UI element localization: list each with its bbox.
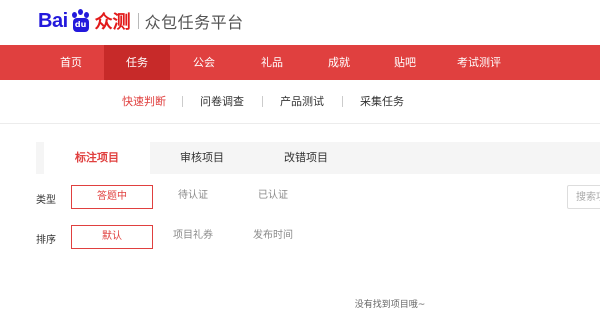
nav-item-achievements[interactable]: 成就 <box>306 45 372 80</box>
subnav-survey[interactable]: 问卷调查 <box>200 93 244 109</box>
subnav-product-test[interactable]: 产品测试 <box>280 93 324 109</box>
sub-nav: 快速判断 问卷调查 产品测试 采集任务 <box>0 80 600 124</box>
filter-certified[interactable]: 已认证 <box>233 185 313 209</box>
nav-item-gifts[interactable]: 礼品 <box>238 45 306 80</box>
logo-divider <box>137 13 139 29</box>
baidu-zhongce-logo[interactable]: Bai du 众测 众包任务平台 <box>38 7 244 35</box>
main-nav: 首页 任务 公会 礼品 成就 贴吧 考试测评 <box>0 45 600 80</box>
nav-item-guild[interactable]: 公会 <box>170 45 238 80</box>
tab-annotation[interactable]: 标注项目 <box>44 142 150 174</box>
nav-item-home[interactable]: 首页 <box>38 45 104 80</box>
sort-filter-label: 排序 <box>36 235 56 246</box>
sort-gift-coupon[interactable]: 项目礼券 <box>153 225 233 249</box>
subnav-divider <box>262 96 263 107</box>
logo-du-text: du <box>72 18 89 32</box>
sort-default[interactable]: 默认 <box>71 225 153 249</box>
subnav-divider <box>342 96 343 107</box>
logo-brand-text: 众测 <box>94 12 131 33</box>
baidu-paw-icon: du <box>69 9 93 33</box>
search-input[interactable] <box>567 185 600 209</box>
empty-state-message: 没有找到项目哦~ <box>354 300 426 310</box>
type-filter-label: 类型 <box>36 195 56 206</box>
subnav-collection[interactable]: 采集任务 <box>360 93 404 109</box>
nav-item-exams[interactable]: 考试测评 <box>438 45 520 80</box>
tab-review[interactable]: 审核项目 <box>150 142 254 174</box>
site-header: Bai du 众测 众包任务平台 <box>0 0 600 45</box>
nav-item-tieba[interactable]: 贴吧 <box>372 45 438 80</box>
tab-correction[interactable]: 改错项目 <box>254 142 358 174</box>
site-subtitle: 众包任务平台 <box>144 13 244 32</box>
logo-bai-text: Bai <box>38 9 68 32</box>
subnav-quick-judge[interactable]: 快速判断 <box>122 93 166 109</box>
filter-answering[interactable]: 答题中 <box>71 185 153 209</box>
filter-pending-cert[interactable]: 待认证 <box>153 185 233 209</box>
subnav-divider <box>182 96 183 107</box>
sort-publish-time[interactable]: 发布时间 <box>233 225 313 249</box>
nav-item-tasks[interactable]: 任务 <box>104 45 170 80</box>
project-tabs: 标注项目 审核项目 改错项目 <box>36 142 600 174</box>
